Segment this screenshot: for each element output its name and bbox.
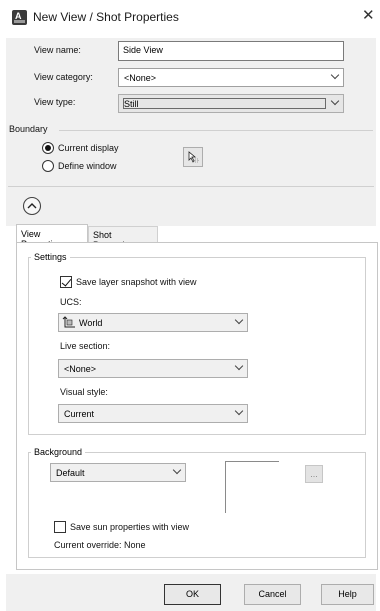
ucs-world-icon <box>62 316 75 328</box>
view-name-label: View name: <box>34 45 81 55</box>
view-category-label: View category: <box>34 72 93 82</box>
collapse-panel <box>6 182 376 226</box>
chevron-down-icon <box>330 96 340 106</box>
autocad-icon: A <box>12 10 27 25</box>
background-value: Default <box>56 468 85 478</box>
background-browse-button[interactable]: ... <box>305 465 323 483</box>
live-section-select[interactable]: <None> <box>58 359 248 378</box>
background-legend: Background <box>31 447 86 457</box>
background-preview <box>225 461 279 513</box>
settings-legend: Settings <box>31 252 70 262</box>
chevron-down-icon <box>172 465 182 475</box>
pick-window-button[interactable] <box>183 147 203 167</box>
save-sun-label[interactable]: Save sun properties with view <box>70 522 189 532</box>
current-override-text: Current override: None <box>54 540 146 550</box>
live-section-value: <None> <box>64 364 97 374</box>
save-sun-checkbox[interactable] <box>54 521 66 533</box>
ucs-value: World <box>79 318 103 328</box>
visual-style-select[interactable]: Current <box>58 404 248 423</box>
cancel-button[interactable]: Cancel <box>244 584 301 605</box>
view-type-label: View type: <box>34 97 76 107</box>
visual-style-label: Visual style: <box>60 387 108 397</box>
tab-view-properties[interactable]: View Properties <box>16 224 88 249</box>
boundary-label: Boundary <box>9 124 48 134</box>
help-button[interactable]: Help <box>321 584 374 605</box>
chevron-down-icon <box>234 406 244 416</box>
boundary-divider <box>59 130 373 131</box>
tab-shot-properties[interactable]: Shot Properties <box>88 226 158 250</box>
ucs-select[interactable]: World <box>58 313 248 332</box>
close-icon[interactable]: ✕ <box>362 8 375 23</box>
current-display-radio[interactable] <box>42 142 54 154</box>
view-type-focus-box <box>123 98 326 109</box>
ok-button[interactable]: OK <box>164 584 221 605</box>
pick-window-icon <box>188 151 199 163</box>
window-title: New View / Shot Properties <box>33 10 179 24</box>
save-layer-snapshot-checkbox[interactable] <box>60 276 72 288</box>
define-window-label[interactable]: Define window <box>58 161 117 171</box>
save-layer-snapshot-label[interactable]: Save layer snapshot with view <box>76 277 197 287</box>
visual-style-value: Current <box>64 409 95 419</box>
chevron-down-icon <box>234 361 244 371</box>
title-bar: A New View / Shot Properties ✕ <box>0 0 380 38</box>
view-type-select[interactable]: Still <box>118 94 344 113</box>
live-section-label: Live section: <box>60 341 111 351</box>
current-display-label[interactable]: Current display <box>58 143 119 153</box>
collapse-divider <box>8 186 374 187</box>
view-type-value: Still <box>124 99 139 109</box>
view-name-input[interactable]: Side View <box>118 41 344 61</box>
chevron-up-circle-icon[interactable] <box>22 196 42 216</box>
view-category-value: <None> <box>124 73 157 83</box>
chevron-down-icon <box>330 70 340 80</box>
view-category-select[interactable]: <None> <box>118 68 344 87</box>
view-name-value: Side View <box>123 45 163 55</box>
define-window-radio[interactable] <box>42 160 54 172</box>
background-select[interactable]: Default <box>50 463 186 482</box>
chevron-down-icon <box>234 315 244 325</box>
ucs-label: UCS: <box>60 297 82 307</box>
